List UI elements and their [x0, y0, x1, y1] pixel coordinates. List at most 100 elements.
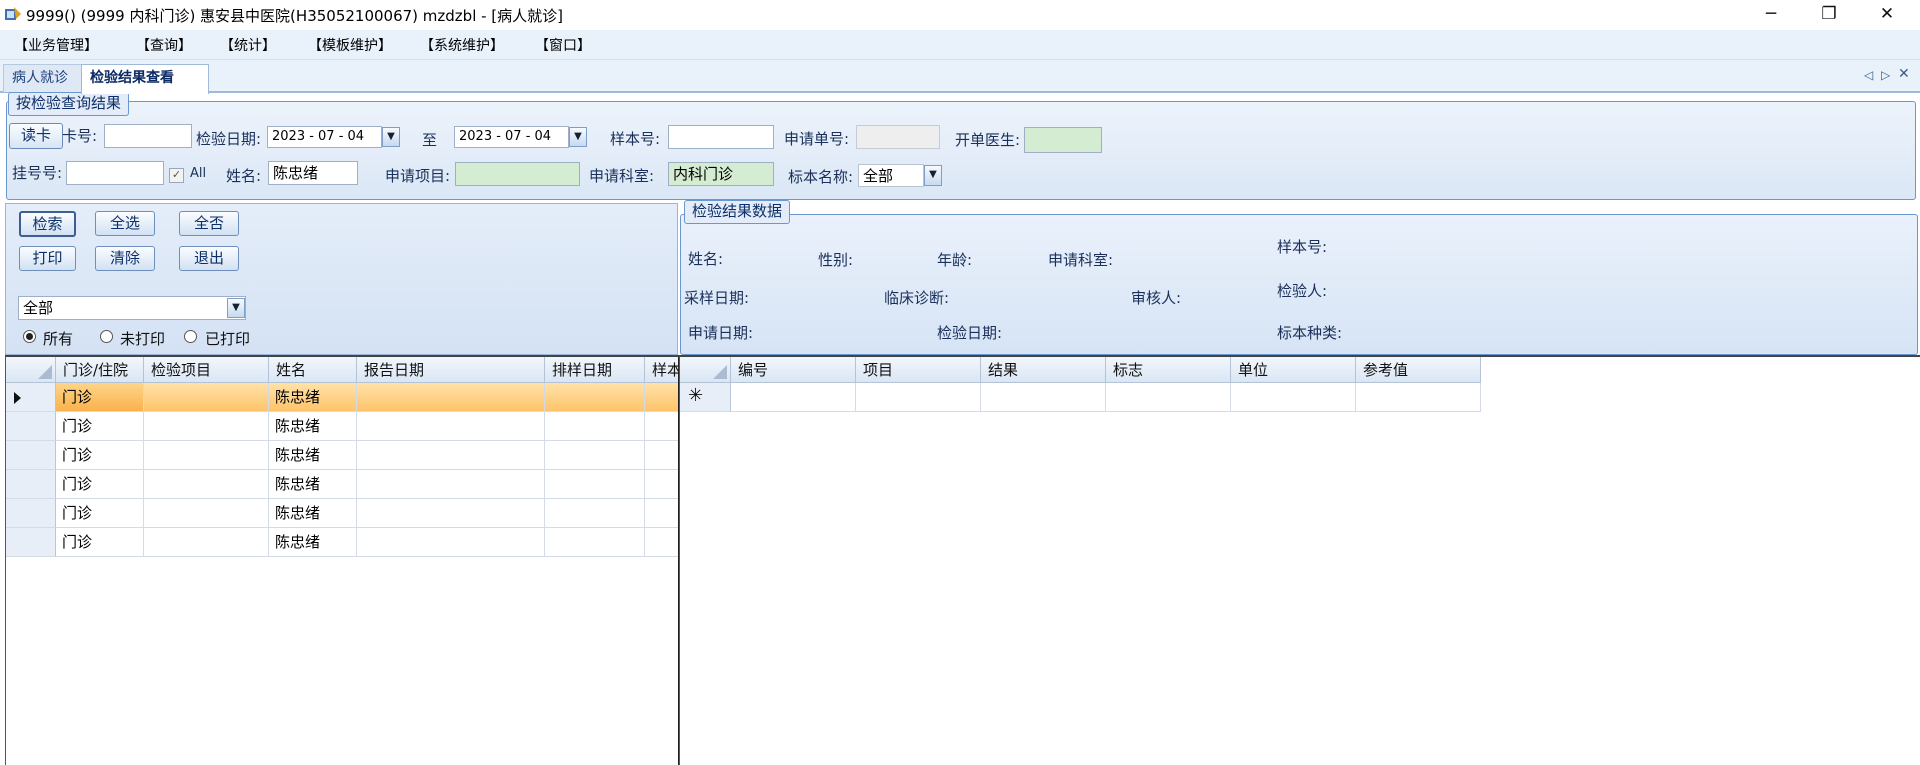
cell-reference[interactable]	[1356, 383, 1481, 412]
tab-close-icon[interactable]: ✕	[1898, 66, 1910, 82]
cell-sort-date[interactable]	[545, 528, 645, 557]
menu-query[interactable]: 【查询】	[136, 35, 192, 55]
cell-name[interactable]: 陈忠绪	[269, 499, 357, 528]
request-no-input[interactable]	[856, 125, 940, 149]
cell-test-item[interactable]	[144, 528, 269, 557]
sample-no-input[interactable]	[668, 125, 774, 149]
status-dropdown-icon[interactable]: ▼	[227, 298, 245, 318]
table-row[interactable]: 门诊 陈忠绪	[6, 499, 678, 528]
cell-sample[interactable]	[645, 499, 678, 528]
lab-list-grid[interactable]: 门诊/住院 检验项目 姓名 报告日期 排样日期 样本 门诊 陈忠绪 门诊 陈忠绪…	[5, 355, 680, 765]
exit-button[interactable]: 退出	[179, 246, 239, 271]
table-row[interactable]: 门诊 陈忠绪	[6, 441, 678, 470]
cell-visit-type[interactable]: 门诊	[56, 441, 144, 470]
col-header-flag[interactable]: 标志	[1106, 357, 1231, 383]
doctor-input[interactable]	[1024, 127, 1102, 153]
cell-test-item[interactable]	[144, 470, 269, 499]
radio-unprinted[interactable]	[100, 330, 113, 343]
cell-visit-type[interactable]: 门诊	[56, 412, 144, 441]
cell-name[interactable]: 陈忠绪	[269, 528, 357, 557]
clear-button[interactable]: 清除	[95, 246, 155, 271]
row-header[interactable]	[6, 470, 56, 499]
col-header-reference[interactable]: 参考值	[1356, 357, 1481, 383]
cell-sample[interactable]	[645, 528, 678, 557]
cell-test-item[interactable]	[144, 441, 269, 470]
date-from-dropdown-icon[interactable]: ▼	[382, 127, 400, 147]
cell-report-date[interactable]	[357, 470, 545, 499]
minimize-button[interactable]: ─	[1742, 0, 1800, 30]
menu-window[interactable]: 【窗口】	[535, 35, 591, 55]
date-to-dropdown-icon[interactable]: ▼	[569, 127, 587, 147]
restore-button[interactable]: ❐	[1800, 0, 1858, 30]
tab-patient-visit[interactable]: 病人就诊	[3, 64, 93, 92]
cell-name[interactable]: 陈忠绪	[269, 383, 357, 412]
cell-sample[interactable]	[645, 412, 678, 441]
cell-report-date[interactable]	[357, 383, 545, 412]
row-header[interactable]	[6, 383, 56, 412]
all-checkbox[interactable]: ✓	[169, 168, 184, 183]
cell-test-item[interactable]	[144, 412, 269, 441]
cell-code[interactable]	[731, 383, 856, 412]
col-header-sample[interactable]: 样本	[645, 357, 678, 383]
col-header-sort-date[interactable]: 排样日期	[545, 357, 645, 383]
row-header[interactable]: ✳	[680, 383, 731, 412]
request-item-input[interactable]	[455, 162, 580, 186]
radio-printed[interactable]	[184, 330, 197, 343]
radio-all[interactable]	[23, 330, 36, 343]
cell-sort-date[interactable]	[545, 383, 645, 412]
date-to-picker[interactable]: 2023 - 07 - 04	[454, 126, 569, 148]
cell-test-item[interactable]	[144, 499, 269, 528]
date-from-picker[interactable]: 2023 - 07 - 04	[267, 126, 382, 148]
col-header-test-item[interactable]: 检验项目	[144, 357, 269, 383]
menu-business[interactable]: 【业务管理】	[14, 35, 98, 55]
cell-test-item[interactable]	[144, 383, 269, 412]
col-header-unit[interactable]: 单位	[1231, 357, 1356, 383]
name-input[interactable]: 陈忠绪	[268, 161, 358, 185]
cell-sample[interactable]	[645, 470, 678, 499]
tab-prev-icon[interactable]: ◁	[1864, 68, 1873, 82]
cell-result[interactable]	[981, 383, 1106, 412]
result-detail-grid[interactable]: 编号 项目 结果 标志 单位 参考值 ✳	[679, 355, 1920, 765]
col-header-code[interactable]: 编号	[731, 357, 856, 383]
col-header-result[interactable]: 结果	[981, 357, 1106, 383]
specimen-dropdown-icon[interactable]: ▼	[924, 165, 942, 186]
cell-visit-type[interactable]: 门诊	[56, 383, 144, 412]
cell-sort-date[interactable]	[545, 470, 645, 499]
cell-report-date[interactable]	[357, 441, 545, 470]
search-button[interactable]: 检索	[19, 211, 76, 237]
specimen-select[interactable]: 全部	[858, 164, 924, 187]
close-button[interactable]: ✕	[1858, 0, 1916, 30]
col-header-name[interactable]: 姓名	[269, 357, 357, 383]
cell-sort-date[interactable]	[545, 441, 645, 470]
table-row[interactable]: 门诊 陈忠绪	[6, 528, 678, 557]
new-row[interactable]: ✳	[680, 383, 1481, 412]
row-header[interactable]	[6, 412, 56, 441]
read-card-button[interactable]: 读卡	[9, 123, 63, 149]
tab-lab-results[interactable]: 检验结果查看	[81, 64, 209, 94]
row-header[interactable]	[6, 441, 56, 470]
table-row[interactable]: 门诊 陈忠绪	[6, 470, 678, 499]
cell-name[interactable]: 陈忠绪	[269, 470, 357, 499]
card-no-input[interactable]	[104, 124, 192, 148]
tab-next-icon[interactable]: ▷	[1881, 68, 1890, 82]
status-select[interactable]: 全部	[18, 296, 246, 320]
cell-sample[interactable]	[645, 441, 678, 470]
col-header-item[interactable]: 项目	[856, 357, 981, 383]
reg-no-input[interactable]	[66, 161, 164, 185]
cell-unit[interactable]	[1231, 383, 1356, 412]
table-row[interactable]: 门诊 陈忠绪	[6, 383, 678, 412]
select-none-button[interactable]: 全否	[179, 211, 239, 236]
cell-flag[interactable]	[1106, 383, 1231, 412]
col-header-visit-type[interactable]: 门诊/住院	[56, 357, 144, 383]
row-header[interactable]	[6, 528, 56, 557]
table-row[interactable]: 门诊 陈忠绪	[6, 412, 678, 441]
cell-visit-type[interactable]: 门诊	[56, 528, 144, 557]
select-all-button[interactable]: 全选	[95, 211, 155, 236]
row-header[interactable]	[6, 499, 56, 528]
cell-sort-date[interactable]	[545, 412, 645, 441]
cell-report-date[interactable]	[357, 412, 545, 441]
col-header-report-date[interactable]: 报告日期	[357, 357, 545, 383]
cell-visit-type[interactable]: 门诊	[56, 470, 144, 499]
cell-name[interactable]: 陈忠绪	[269, 441, 357, 470]
print-button[interactable]: 打印	[19, 246, 76, 271]
